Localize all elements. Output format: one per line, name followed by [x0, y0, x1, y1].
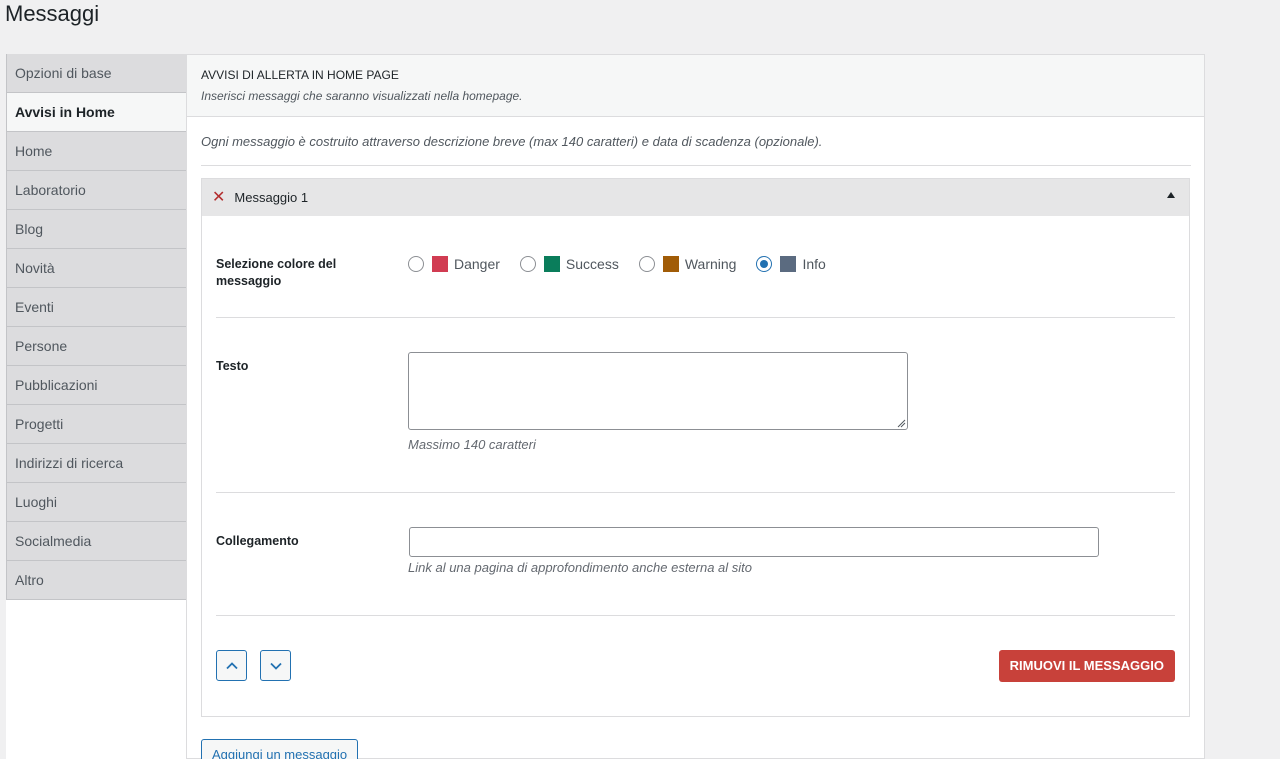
sidebar-item-opzioni-di-base[interactable]: Opzioni di base: [6, 54, 186, 93]
radio-danger[interactable]: [408, 256, 424, 272]
divider: [216, 492, 1175, 493]
sidebar-item-socialmedia[interactable]: Socialmedia: [6, 522, 186, 561]
warning-swatch: [662, 256, 679, 272]
info-swatch: [780, 256, 797, 272]
sidebar-item-progetti[interactable]: Progetti: [6, 405, 186, 444]
color-option-danger[interactable]: Danger: [408, 256, 500, 272]
color-option-info[interactable]: Info: [756, 256, 826, 272]
settings-panel: AVVISI DI ALLERTA IN HOME PAGE Inserisci…: [187, 54, 1205, 759]
chevron-down-icon: [269, 662, 282, 670]
radio-warning[interactable]: [638, 256, 655, 272]
message-group-title: Messaggio 1: [234, 190, 309, 205]
sidebar-item-blog[interactable]: Blog: [6, 210, 186, 249]
text-field-help: Massimo 140 caratteri: [408, 437, 536, 452]
sidebar-item-indirizzi-di-ricerca[interactable]: Indirizzi di ricerca: [6, 444, 186, 483]
panel-title: AVVISI DI ALLERTA IN HOME PAGE: [201, 68, 399, 82]
color-option-label: Success: [565, 256, 619, 272]
panel-subtitle: Inserisci messaggi che saranno visualizz…: [201, 89, 523, 103]
add-message-button[interactable]: Aggiungi un messaggio: [201, 739, 359, 759]
divider: [216, 615, 1175, 616]
color-option-success[interactable]: Success: [519, 256, 619, 272]
move-down-button[interactable]: [260, 650, 291, 681]
resize-handle-icon[interactable]: [897, 419, 906, 428]
chevron-up-icon: [225, 661, 238, 669]
link-field-label: Collegamento: [216, 534, 299, 548]
remove-message-button[interactable]: RIMUOVI IL MESSAGGIO: [998, 650, 1175, 682]
sidebar-item-novita[interactable]: Novità: [6, 249, 186, 288]
sidebar-item-persone[interactable]: Persone: [6, 327, 186, 366]
sidebar-item-eventi[interactable]: Eventi: [6, 288, 186, 327]
sidebar-item-luoghi[interactable]: Luoghi: [6, 483, 186, 522]
sidebar: Opzioni di base Avvisi in Home Home Labo…: [6, 54, 187, 759]
message-group: ✕ Messaggio 1 Selezione colore del messa…: [201, 178, 1190, 717]
danger-swatch: [432, 256, 448, 272]
radio-info[interactable]: [756, 256, 773, 272]
color-radio-group: Danger Success Warning Info: [408, 256, 846, 272]
sidebar-item-laboratorio[interactable]: Laboratorio: [6, 171, 186, 210]
divider: [216, 317, 1175, 318]
close-icon[interactable]: ✕: [212, 189, 225, 206]
panel-header: AVVISI DI ALLERTA IN HOME PAGE Inserisci…: [187, 55, 1204, 117]
triangle-up-icon[interactable]: [1167, 192, 1175, 198]
color-option-label: Danger: [454, 256, 500, 272]
message-group-header[interactable]: ✕ Messaggio 1: [202, 179, 1189, 216]
sidebar-item-pubblicazioni[interactable]: Pubblicazioni: [6, 366, 186, 405]
sidebar-list: Opzioni di base Avvisi in Home Home Labo…: [6, 54, 186, 600]
color-option-warning[interactable]: Warning: [638, 256, 737, 272]
success-swatch: [543, 256, 560, 272]
sidebar-item-altro[interactable]: Altro: [6, 561, 186, 600]
color-option-label: Info: [802, 256, 826, 272]
radio-success[interactable]: [519, 256, 536, 272]
color-option-label: Warning: [684, 256, 737, 272]
sidebar-item-avvisi-in-home[interactable]: Avvisi in Home: [6, 93, 186, 132]
panel-intro: Ogni messaggio è costruito attraverso de…: [201, 134, 823, 149]
sidebar-item-home[interactable]: Home: [6, 132, 186, 171]
color-field-label: Selezione colore del messaggio: [216, 257, 337, 288]
text-field-label: Testo: [216, 359, 249, 373]
page-title: Messaggi: [5, 1, 100, 26]
move-up-button[interactable]: [216, 650, 247, 681]
divider: [201, 165, 1191, 166]
link-field-help: Link al una pagina di approfondimento an…: [408, 560, 753, 575]
link-input[interactable]: [409, 527, 1099, 557]
text-textarea[interactable]: [408, 352, 908, 430]
